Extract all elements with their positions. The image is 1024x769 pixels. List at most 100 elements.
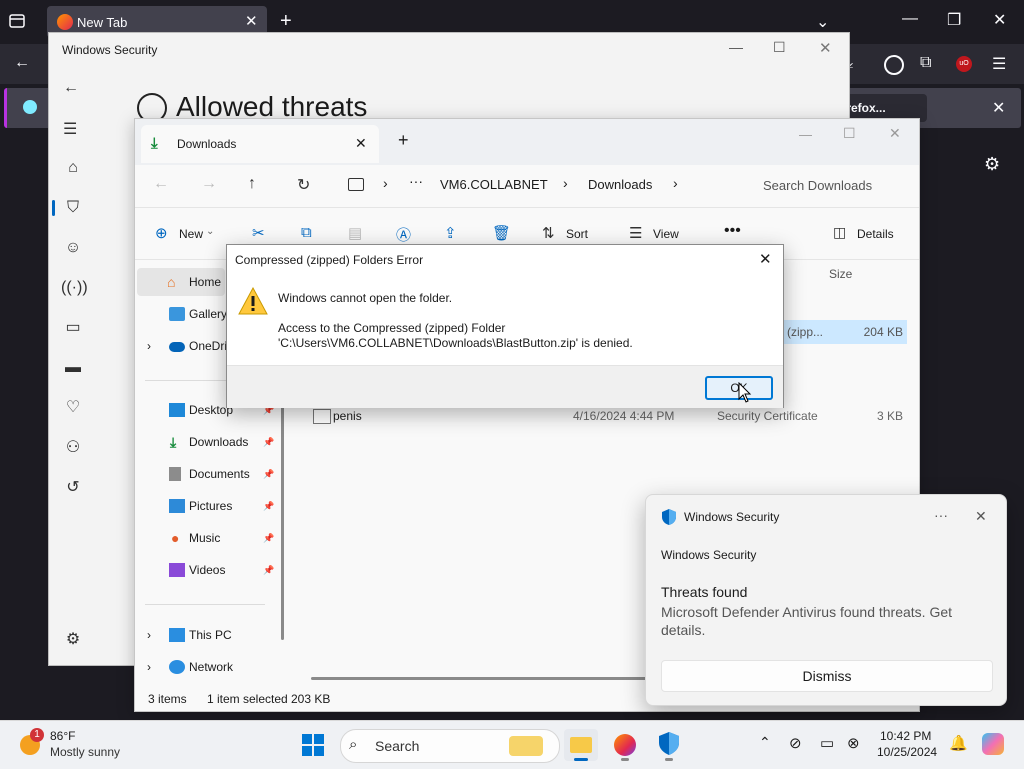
history-icon[interactable]: ↺ xyxy=(61,476,85,500)
plus-icon[interactable]: ⊕ xyxy=(155,224,168,242)
back-icon[interactable]: ← xyxy=(153,175,169,193)
windows-security-taskbar-button[interactable] xyxy=(652,729,686,761)
mouse-cursor-icon xyxy=(738,382,752,403)
close-icon[interactable]: ✕ xyxy=(993,10,1006,30)
minimize-icon[interactable]: — xyxy=(902,10,918,28)
clock-time[interactable]: 10:42 PM xyxy=(880,729,931,743)
breadcrumb-item[interactable]: Downloads xyxy=(588,177,652,192)
chevron-right-icon[interactable]: › xyxy=(147,621,151,649)
more-icon[interactable]: ··· xyxy=(934,507,948,523)
device-security-icon[interactable]: ▬ xyxy=(61,356,85,380)
more-icon[interactable]: ··· xyxy=(409,173,423,189)
chevron-right-icon[interactable]: › xyxy=(383,175,388,191)
home-icon: ⌂ xyxy=(167,274,176,290)
view-icon[interactable]: ☰ xyxy=(629,224,642,242)
minimize-icon[interactable]: — xyxy=(729,39,743,55)
sidebar-item-this-pc[interactable]: › This PC xyxy=(145,621,275,649)
plus-icon[interactable]: + xyxy=(398,130,409,151)
more-icon[interactable]: ••• xyxy=(724,222,741,240)
search-input[interactable]: ⌕ Search xyxy=(340,729,560,763)
ublock-icon[interactable]: uO xyxy=(956,56,972,72)
sidebar-item-network[interactable]: › Network xyxy=(145,653,275,681)
close-tab-icon[interactable]: ✕ xyxy=(245,12,258,30)
sidebar-item-home[interactable]: ⌂ Home xyxy=(137,268,225,296)
firewall-icon[interactable]: ((·)) xyxy=(61,276,88,300)
close-icon[interactable]: ✕ xyxy=(889,125,901,142)
file-name: penis xyxy=(333,409,362,423)
network-off-icon[interactable]: ⊘ xyxy=(789,734,802,752)
bell-icon[interactable]: 🔔 xyxy=(949,734,968,752)
home-icon[interactable]: ⌂ xyxy=(61,156,85,180)
paste-icon[interactable]: ▤ xyxy=(348,224,362,242)
tab-downloads[interactable]: ⤓ Downloads ✕ xyxy=(141,125,379,163)
chevron-right-icon[interactable]: › xyxy=(147,653,151,681)
new-button[interactable]: New xyxy=(179,227,203,241)
close-tab-icon[interactable]: ✕ xyxy=(355,135,367,152)
rename-icon[interactable]: Ⓐ xyxy=(396,224,411,245)
delete-icon[interactable]: 🗑 xyxy=(492,224,511,242)
tab-title: New Tab xyxy=(77,15,128,30)
dismiss-button[interactable]: Dismiss xyxy=(661,660,993,692)
restore-icon[interactable]: ❐ xyxy=(947,10,961,30)
sort-icon[interactable]: ⇅ xyxy=(542,224,555,242)
close-icon[interactable]: ✕ xyxy=(759,250,772,268)
account-icon[interactable] xyxy=(884,55,904,75)
settings-icon[interactable]: ⚙ xyxy=(61,628,85,652)
display-icon[interactable]: ▭ xyxy=(820,734,834,752)
menu-icon[interactable]: ☰ xyxy=(992,54,1006,74)
windows-start-icon[interactable] xyxy=(296,729,330,761)
chevron-right-icon[interactable]: › xyxy=(147,332,151,360)
close-notification-icon[interactable]: ✕ xyxy=(992,98,1005,118)
sidebar-item-documents[interactable]: Documents 📌 xyxy=(145,460,275,488)
toast-source: Windows Security xyxy=(661,548,757,562)
chevron-up-icon[interactable]: ⌃ xyxy=(759,734,771,751)
clock-date[interactable]: 10/25/2024 xyxy=(877,745,937,759)
close-icon[interactable]: ✕ xyxy=(975,508,987,525)
close-icon[interactable]: ✕ xyxy=(819,39,832,57)
health-icon[interactable]: ♡ xyxy=(61,396,85,420)
maximize-icon[interactable]: ☐ xyxy=(773,39,786,56)
file-explorer-taskbar-button[interactable] xyxy=(564,729,598,761)
sidebar-item-videos[interactable]: Videos 📌 xyxy=(145,556,275,584)
account-icon[interactable]: ☺ xyxy=(61,236,85,260)
computer-icon xyxy=(169,628,185,642)
forward-icon[interactable]: → xyxy=(201,175,217,193)
up-icon[interactable]: ↑ xyxy=(248,175,256,193)
threat-notification[interactable]: Windows Security ··· ✕ Windows Security … xyxy=(645,494,1007,706)
tab-list-icon[interactable] xyxy=(8,12,30,32)
chevron-right-icon[interactable]: › xyxy=(563,175,568,191)
copilot-icon[interactable] xyxy=(982,733,1004,755)
plus-icon[interactable]: + xyxy=(280,10,292,33)
refresh-icon[interactable]: ↻ xyxy=(297,175,310,195)
minimize-icon[interactable]: — xyxy=(799,127,812,142)
app-browser-icon[interactable]: ▭ xyxy=(61,316,85,340)
copy-icon[interactable]: ⧉ xyxy=(301,224,312,241)
maximize-icon[interactable]: ☐ xyxy=(843,125,856,142)
view-button[interactable]: View xyxy=(653,227,679,241)
extensions-icon[interactable]: ⧉ xyxy=(920,54,931,72)
table-row-selected[interactable]: (zipp... 204 KB xyxy=(775,320,907,344)
sidebar-item-downloads[interactable]: ⤓ Downloads 📌 xyxy=(145,428,275,456)
shield-icon[interactable]: ⛉ xyxy=(61,196,85,220)
chevron-down-icon[interactable]: ⌄ xyxy=(816,12,829,32)
column-header-size[interactable]: Size xyxy=(829,267,852,281)
chevron-right-icon[interactable]: › xyxy=(673,175,678,191)
firefox-taskbar-button[interactable] xyxy=(608,729,642,761)
details-button[interactable]: Details xyxy=(857,227,894,241)
active-indicator xyxy=(52,200,55,216)
sidebar-item-pictures[interactable]: Pictures 📌 xyxy=(145,492,275,520)
sidebar-item-music[interactable]: ● Music 📌 xyxy=(145,524,275,552)
back-icon[interactable]: ← xyxy=(14,54,30,72)
horizontal-scrollbar[interactable] xyxy=(311,677,651,680)
gear-icon[interactable]: ⚙ xyxy=(984,154,1000,175)
sidebar-item-label: Pictures xyxy=(189,499,233,513)
sort-button[interactable]: Sort xyxy=(566,227,588,241)
volume-muted-icon[interactable]: ⊗ xyxy=(847,734,860,752)
cut-icon[interactable]: ✂ xyxy=(252,224,265,242)
details-icon[interactable]: ◫ xyxy=(833,224,846,241)
breadcrumb-item[interactable]: VM6.COLLABNET xyxy=(440,177,548,192)
search-input[interactable]: Search Downloads xyxy=(747,169,917,201)
share-icon[interactable]: ⇪ xyxy=(444,224,457,242)
family-icon[interactable]: ⚇ xyxy=(61,436,85,460)
chevron-down-icon[interactable]: ⌄ xyxy=(206,226,214,237)
